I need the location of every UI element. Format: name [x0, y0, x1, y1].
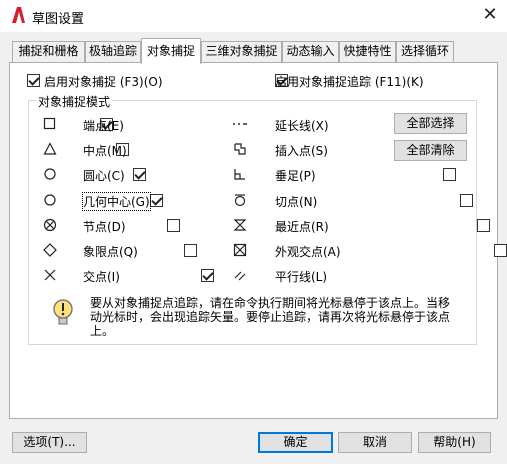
quadrant-checkbox[interactable]	[183, 244, 197, 257]
center-label: 圆心(C)	[83, 169, 125, 183]
circle-icon	[44, 194, 56, 206]
tangent-checkbox[interactable]	[459, 194, 473, 207]
tracking-hint: 要从对象捕捉点追踪，请在命令执行期间将光标悬停于该点上。当移动光标时，会出现追踪…	[90, 296, 451, 338]
extension-icon	[233, 123, 247, 125]
parallel-icon	[234, 271, 246, 281]
quadrant-label: 象限点(Q)	[83, 245, 138, 259]
enable-osnap-checkbox[interactable]	[27, 74, 40, 87]
nearest-icon	[233, 219, 247, 231]
insertion-label: 插入点(S)	[275, 144, 328, 158]
intersection-label: 交点(I)	[83, 270, 120, 284]
triangle-icon	[43, 142, 57, 155]
node-label: 节点(D)	[83, 220, 126, 234]
node-icon	[43, 218, 57, 232]
select-all-button[interactable]: 全部选择	[394, 113, 467, 134]
geometric-center-checkbox[interactable]	[150, 194, 164, 207]
options-button[interactable]: 选项(T)...	[12, 432, 87, 453]
perpendicular-checkbox[interactable]	[443, 168, 457, 181]
tangent-icon	[234, 194, 246, 207]
node-checkbox[interactable]	[166, 219, 180, 232]
enable-tracking-label: 启用对象捕捉追踪 (F11)(K)	[275, 75, 424, 89]
cross-icon	[44, 269, 56, 281]
insertion-icon	[234, 143, 246, 155]
ok-button[interactable]: 确定	[258, 432, 333, 453]
endpoint-label: 端点(E)	[83, 119, 124, 133]
nearest-label: 最近点(R)	[275, 220, 329, 234]
circle-icon	[44, 168, 56, 180]
apparent-intersection-icon	[233, 243, 247, 257]
midpoint-label: 中点(M)	[83, 144, 127, 158]
cancel-button[interactable]: 取消	[338, 432, 412, 453]
perpendicular-icon	[234, 169, 245, 180]
intersection-checkbox[interactable]	[200, 269, 214, 282]
osnap-modes-title: 对象捕捉模式	[36, 93, 113, 110]
square-icon	[43, 117, 56, 130]
lightbulb-icon	[53, 299, 73, 325]
parallel-label: 平行线(L)	[275, 270, 328, 284]
clear-all-button[interactable]: 全部清除	[394, 140, 467, 161]
tangent-label: 切点(N)	[275, 195, 318, 209]
perpendicular-label: 垂足(P)	[275, 169, 316, 183]
apparent-intersection-checkbox[interactable]	[493, 244, 507, 257]
center-checkbox[interactable]	[133, 168, 147, 181]
nearest-checkbox[interactable]	[476, 219, 490, 232]
help-button[interactable]: 帮助(H)	[418, 432, 491, 453]
diamond-icon	[43, 243, 57, 257]
geometric-center-label: 几何中心(G)	[82, 192, 151, 211]
extension-label: 延长线(X)	[275, 119, 329, 133]
enable-osnap-label: 启用对象捕捉 (F3)(O)	[44, 75, 163, 89]
apparent-intersection-label: 外观交点(A)	[275, 245, 341, 259]
